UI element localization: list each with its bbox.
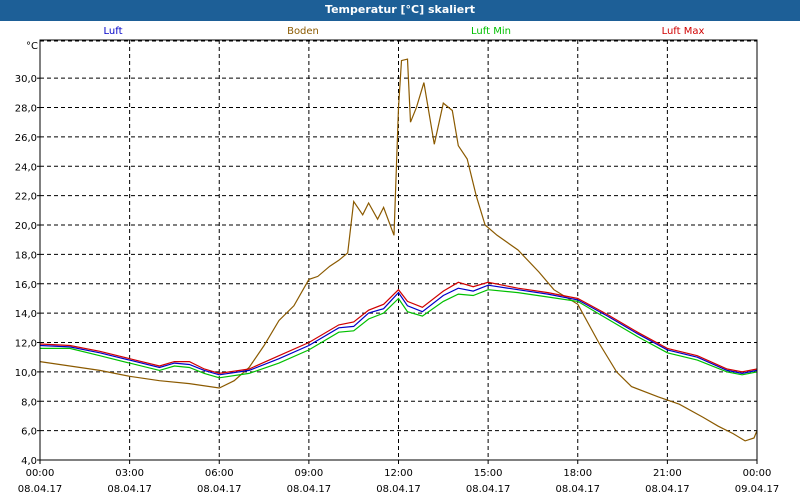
y-tick-label: 8,0 [21, 397, 37, 408]
y-tick-label: 24,0 [15, 162, 37, 173]
y-tick-label: 28,0 [15, 104, 37, 115]
y-axis-unit: °C [26, 41, 38, 52]
x-tick-time: 00:00 [743, 468, 772, 479]
x-tick-date: 08.04.17 [555, 484, 600, 495]
legend: Luft Boden Luft Min Luft Max [104, 26, 705, 37]
y-tick-label: 18,0 [15, 250, 37, 261]
y-tick-label: 20,0 [15, 221, 37, 232]
y-tick-label: 30,0 [15, 74, 37, 85]
x-tick-time: 21:00 [653, 468, 682, 479]
y-tick-label: 16,0 [15, 280, 37, 291]
x-tick-time: 00:00 [26, 468, 55, 479]
x-tick-date: 09.04.17 [735, 484, 780, 495]
x-tick-date: 08.04.17 [376, 484, 421, 495]
legend-item: Luft Min [471, 26, 511, 37]
x-tick-time: 06:00 [205, 468, 234, 479]
temperature-chart: Luft Boden Luft Min Luft Max °C 4,0 6,0 8,0 10… [15, 26, 780, 495]
window-title: Temperatur [°C] skaliert [0, 0, 800, 21]
legend-item: Luft [104, 26, 123, 37]
y-tick-label: 10,0 [15, 368, 37, 379]
x-tick-date: 08.04.17 [645, 484, 690, 495]
x-tick-time: 09:00 [294, 468, 323, 479]
y-ticks: 4,0 6,0 8,0 10,0 12,0 14,0 16,0 18,0 20,0 22,0 24,… [15, 74, 40, 467]
x-tick-time: 18:00 [563, 468, 592, 479]
x-tick-date: 08.04.17 [287, 484, 332, 495]
y-tick-label: 22,0 [15, 192, 37, 203]
x-tick-date: 08.04.17 [107, 484, 152, 495]
y-tick-label: 6,0 [21, 427, 37, 438]
x-tick-date: 08.04.17 [18, 484, 63, 495]
x-tick-date: 08.04.17 [466, 484, 511, 495]
legend-item: Luft Max [662, 26, 705, 37]
y-tick-label: 4,0 [21, 456, 37, 467]
x-tick-time: 12:00 [384, 468, 413, 479]
legend-item: Boden [287, 26, 319, 37]
x-tick-time: 03:00 [115, 468, 144, 479]
y-tick-label: 12,0 [15, 339, 37, 350]
x-tick-time: 15:00 [474, 468, 503, 479]
y-tick-label: 14,0 [15, 309, 37, 320]
x-tick-date: 08.04.17 [197, 484, 242, 495]
x-ticks: 00:00 08.04.17 03:00 08.04.17 06:00 08.04.17 0… [18, 460, 780, 495]
y-tick-label: 26,0 [15, 133, 37, 144]
